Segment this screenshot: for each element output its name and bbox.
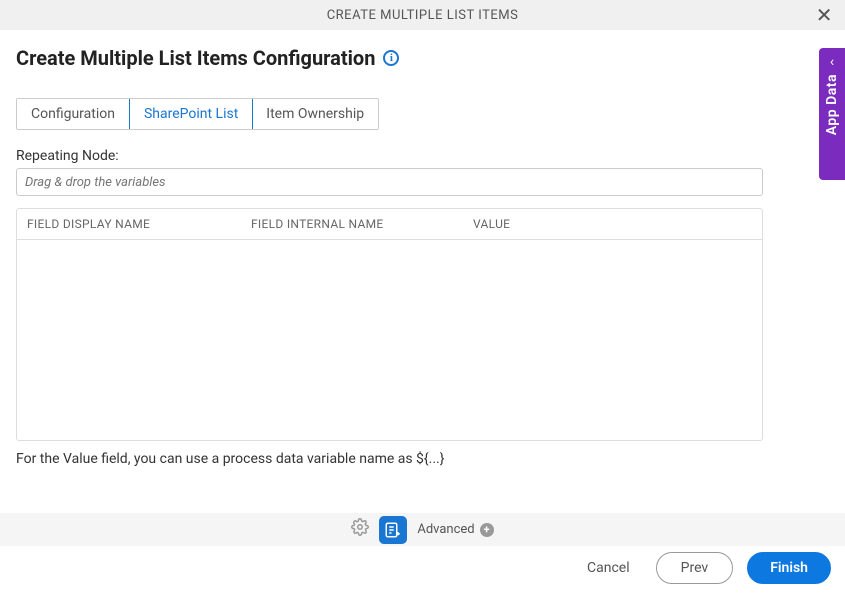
side-panel-app-data[interactable]: ‹ App Data <box>819 48 845 180</box>
plus-icon: + <box>480 523 494 537</box>
col-field-display-name: FIELD DISPLAY NAME <box>27 217 251 231</box>
advanced-toggle[interactable]: Advanced + <box>417 522 493 537</box>
page-title: Create Multiple List Items Configuration <box>16 46 375 70</box>
modal-header: CREATE MULTIPLE LIST ITEMS ✕ <box>0 0 845 30</box>
tab-bar: Configuration SharePoint List Item Owner… <box>16 98 379 130</box>
main-content: Create Multiple List Items Configuration… <box>0 30 845 467</box>
tab-item-ownership[interactable]: Item Ownership <box>252 99 378 129</box>
modal-title: CREATE MULTIPLE LIST ITEMS <box>327 8 519 23</box>
bottom-toolbar: Advanced + <box>0 513 845 546</box>
table-body[interactable] <box>17 240 762 440</box>
title-row: Create Multiple List Items Configuration… <box>16 46 829 70</box>
col-field-internal-name: FIELD INTERNAL NAME <box>251 217 473 231</box>
helper-text: For the Value field, you can use a proce… <box>16 451 829 467</box>
advanced-label: Advanced <box>417 522 474 537</box>
prev-button[interactable]: Prev <box>656 552 734 584</box>
field-table: FIELD DISPLAY NAME FIELD INTERNAL NAME V… <box>16 208 763 441</box>
footer-buttons: Cancel Prev Finish <box>575 552 831 584</box>
side-panel-label: App Data <box>824 74 840 135</box>
col-value: VALUE <box>473 217 752 231</box>
form-config-icon[interactable] <box>379 516 407 544</box>
cancel-button[interactable]: Cancel <box>575 554 642 582</box>
tab-configuration[interactable]: Configuration <box>17 99 130 129</box>
close-icon[interactable]: ✕ <box>816 5 833 25</box>
gear-icon[interactable] <box>351 518 369 541</box>
chevron-left-icon: ‹ <box>830 54 834 70</box>
info-icon[interactable]: i <box>383 50 399 66</box>
repeating-node-label: Repeating Node: <box>16 148 829 164</box>
repeating-node-input[interactable] <box>16 168 763 196</box>
finish-button[interactable]: Finish <box>747 552 831 584</box>
table-header: FIELD DISPLAY NAME FIELD INTERNAL NAME V… <box>17 209 762 240</box>
tab-sharepoint-list[interactable]: SharePoint List <box>129 98 253 130</box>
